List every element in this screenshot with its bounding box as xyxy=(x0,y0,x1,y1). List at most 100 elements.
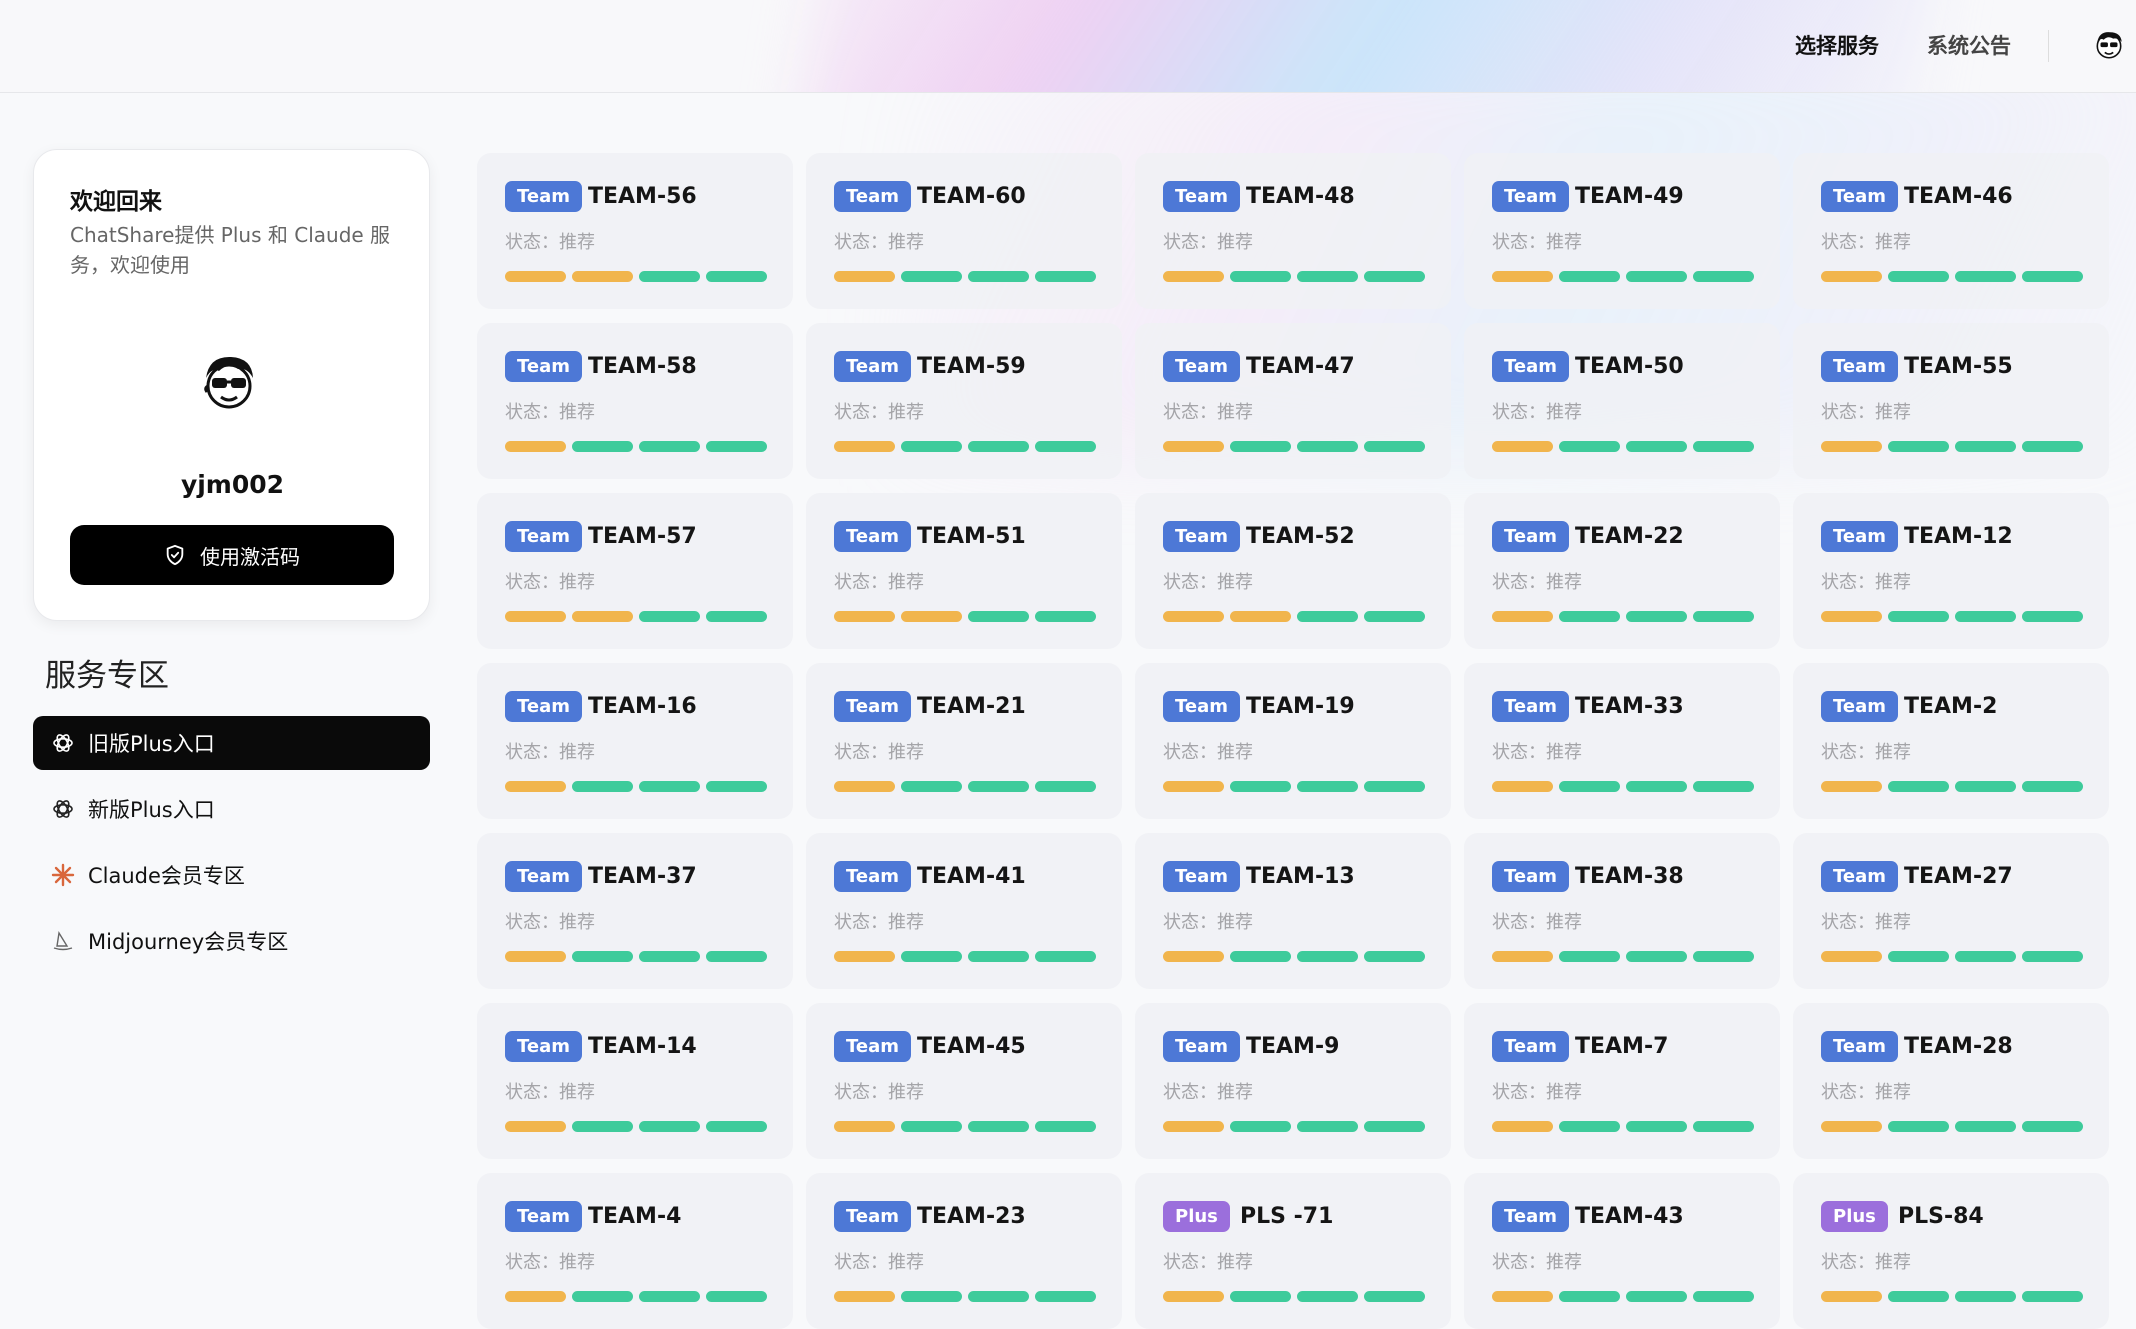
card-title: TEAM-57 xyxy=(588,524,697,549)
status-bars xyxy=(834,1291,1096,1302)
card-title: TEAM-23 xyxy=(917,1204,1026,1229)
service-card[interactable]: Team TEAM-56 状态：推荐 xyxy=(477,153,793,309)
status-bar-green xyxy=(1693,611,1754,622)
sidebar-item-midjourney[interactable]: Midjourney会员专区 xyxy=(33,914,430,968)
service-card[interactable]: Team TEAM-2 状态：推荐 xyxy=(1793,663,2109,819)
service-card[interactable]: Team TEAM-58 状态：推荐 xyxy=(477,323,793,479)
status-bar-green xyxy=(1888,271,1949,282)
team-badge: Team xyxy=(505,691,582,722)
status-bars xyxy=(1821,1291,2083,1302)
team-badge: Team xyxy=(505,1031,582,1062)
card-status: 状态：推荐 xyxy=(834,1082,924,1103)
service-card[interactable]: Team TEAM-43 状态：推荐 xyxy=(1464,1173,1780,1329)
card-title: TEAM-7 xyxy=(1575,1034,1669,1059)
status-bars xyxy=(1492,1291,1754,1302)
status-bar-green xyxy=(572,1121,633,1132)
nav-system-notice[interactable]: 系统公告 xyxy=(1927,30,2011,60)
status-bar-green xyxy=(1693,781,1754,792)
service-card[interactable]: Team TEAM-33 状态：推荐 xyxy=(1464,663,1780,819)
service-card[interactable]: Team TEAM-51 状态：推荐 xyxy=(806,493,1122,649)
service-card[interactable]: Team TEAM-57 状态：推荐 xyxy=(477,493,793,649)
status-bar-orange xyxy=(505,1121,566,1132)
service-card[interactable]: Team TEAM-52 状态：推荐 xyxy=(1135,493,1451,649)
status-bar-green xyxy=(1297,611,1358,622)
card-status: 状态：推荐 xyxy=(505,572,595,593)
status-bar-orange xyxy=(505,951,566,962)
status-bar-green xyxy=(1626,1291,1687,1302)
card-title: TEAM-55 xyxy=(1904,354,2013,379)
card-status: 状态：推荐 xyxy=(1492,742,1582,763)
service-card[interactable]: Team TEAM-28 状态：推荐 xyxy=(1793,1003,2109,1159)
activate-button-label: 使用激活码 xyxy=(200,544,300,569)
card-title: TEAM-51 xyxy=(917,524,1026,549)
service-card[interactable]: Team TEAM-22 状态：推荐 xyxy=(1464,493,1780,649)
service-card[interactable]: Team TEAM-19 状态：推荐 xyxy=(1135,663,1451,819)
openai-icon xyxy=(50,730,76,756)
service-card[interactable]: Team TEAM-46 状态：推荐 xyxy=(1793,153,2109,309)
sidebar-item-old-plus[interactable]: 旧版Plus入口 xyxy=(33,716,430,770)
service-card[interactable]: Team TEAM-41 状态：推荐 xyxy=(806,833,1122,989)
service-card[interactable]: Team TEAM-55 状态：推荐 xyxy=(1793,323,2109,479)
status-bar-green xyxy=(968,1291,1029,1302)
service-card[interactable]: Team TEAM-27 状态：推荐 xyxy=(1793,833,2109,989)
card-status: 状态：推荐 xyxy=(1163,742,1253,763)
service-card[interactable]: Team TEAM-16 状态：推荐 xyxy=(477,663,793,819)
status-bar-green xyxy=(1888,951,1949,962)
status-bar-green xyxy=(1297,781,1358,792)
status-bars xyxy=(1821,1121,2083,1132)
service-card[interactable]: Team TEAM-49 状态：推荐 xyxy=(1464,153,1780,309)
status-bar-orange xyxy=(834,1291,895,1302)
status-bar-green xyxy=(2022,271,2083,282)
plus-badge: Plus xyxy=(1821,1201,1888,1232)
status-bars xyxy=(1492,781,1754,792)
card-title: TEAM-22 xyxy=(1575,524,1684,549)
status-bar-orange xyxy=(1492,951,1553,962)
service-card[interactable]: Team TEAM-21 状态：推荐 xyxy=(806,663,1122,819)
status-bar-green xyxy=(1230,781,1291,792)
status-bar-orange xyxy=(1492,1121,1553,1132)
nav-select-service[interactable]: 选择服务 xyxy=(1795,30,1879,60)
status-bar-green xyxy=(901,1291,962,1302)
status-bar-green xyxy=(639,611,700,622)
sidebar-item-new-plus[interactable]: 新版Plus入口 xyxy=(33,782,430,836)
service-card[interactable]: Team TEAM-59 状态：推荐 xyxy=(806,323,1122,479)
service-card[interactable]: Team TEAM-7 状态：推荐 xyxy=(1464,1003,1780,1159)
card-status: 状态：推荐 xyxy=(1163,572,1253,593)
status-bar-green xyxy=(639,1121,700,1132)
status-bar-green xyxy=(1559,611,1620,622)
card-status: 状态：推荐 xyxy=(1492,572,1582,593)
status-bar-orange xyxy=(1821,271,1882,282)
service-card[interactable]: Plus PLS-84 状态：推荐 xyxy=(1793,1173,2109,1329)
status-bar-orange xyxy=(1821,611,1882,622)
team-badge: Team xyxy=(1821,691,1898,722)
service-card[interactable]: Team TEAM-38 状态：推荐 xyxy=(1464,833,1780,989)
service-card[interactable]: Team TEAM-60 状态：推荐 xyxy=(806,153,1122,309)
service-card[interactable]: Team TEAM-50 状态：推荐 xyxy=(1464,323,1780,479)
card-status: 状态：推荐 xyxy=(1492,1252,1582,1273)
status-bar-green xyxy=(968,951,1029,962)
service-card[interactable]: Plus PLS -71 状态：推荐 xyxy=(1135,1173,1451,1329)
avatar-icon[interactable] xyxy=(2092,28,2126,62)
service-card[interactable]: Team TEAM-47 状态：推荐 xyxy=(1135,323,1451,479)
service-card[interactable]: Team TEAM-9 状态：推荐 xyxy=(1135,1003,1451,1159)
team-badge: Team xyxy=(1163,521,1240,552)
card-status: 状态：推荐 xyxy=(1492,232,1582,253)
service-card[interactable]: Team TEAM-23 状态：推荐 xyxy=(806,1173,1122,1329)
status-bars xyxy=(1821,781,2083,792)
status-bar-orange xyxy=(505,271,566,282)
status-bar-green xyxy=(706,1291,767,1302)
status-bar-green xyxy=(572,951,633,962)
service-card[interactable]: Team TEAM-12 状态：推荐 xyxy=(1793,493,2109,649)
service-card[interactable]: Team TEAM-37 状态：推荐 xyxy=(477,833,793,989)
sidebar-item-claude[interactable]: Claude会员专区 xyxy=(33,848,430,902)
service-card[interactable]: Team TEAM-45 状态：推荐 xyxy=(806,1003,1122,1159)
service-card[interactable]: Team TEAM-4 状态：推荐 xyxy=(477,1173,793,1329)
card-title: TEAM-60 xyxy=(917,184,1026,209)
top-bar: 选择服务 系统公告 xyxy=(0,0,2136,93)
use-activation-code-button[interactable]: 使用激活码 xyxy=(70,525,394,585)
status-bar-green xyxy=(1364,1121,1425,1132)
service-card[interactable]: Team TEAM-13 状态：推荐 xyxy=(1135,833,1451,989)
service-card[interactable]: Team TEAM-14 状态：推荐 xyxy=(477,1003,793,1159)
service-card[interactable]: Team TEAM-48 状态：推荐 xyxy=(1135,153,1451,309)
status-bars xyxy=(1163,441,1425,452)
